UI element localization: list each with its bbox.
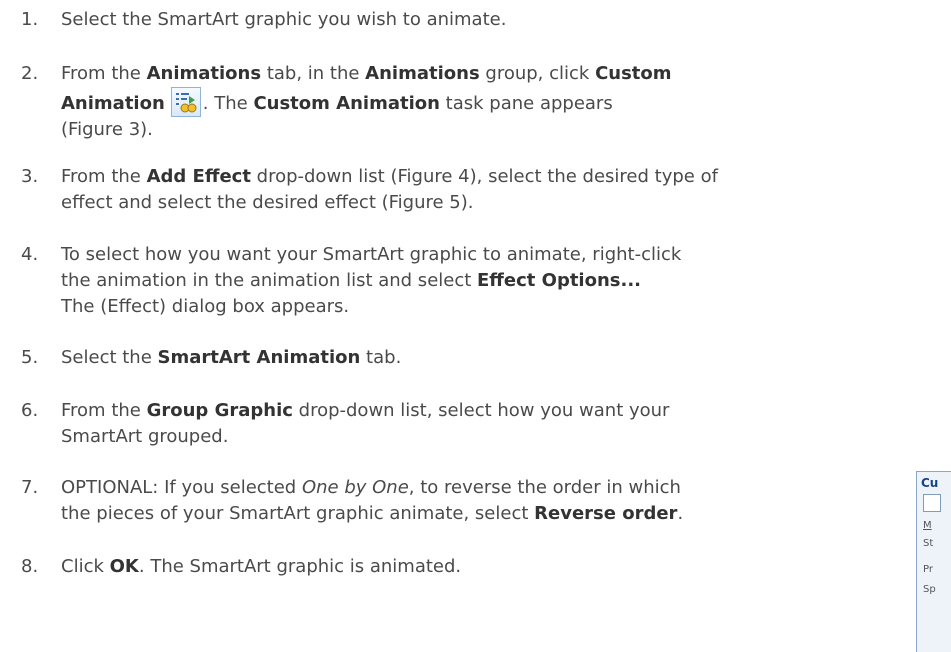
step-number: 3.: [21, 166, 39, 187]
text-run: . The: [202, 93, 254, 114]
step-text: Select the SmartArt graphic you wish to …: [61, 7, 506, 33]
add-effect-button: [923, 494, 941, 512]
step-line: Select the SmartArt graphic you wish to …: [61, 7, 506, 33]
ui-term: Animation: [61, 93, 165, 114]
pane-row: St: [923, 538, 934, 549]
step-line: From the Add Effect drop-down list (Figu…: [61, 164, 718, 190]
step-line: Select the SmartArt Animation tab.: [61, 345, 401, 371]
ui-term: OK: [109, 556, 139, 577]
step-line: OPTIONAL: If you selected One by One, to…: [61, 475, 683, 501]
ui-term: Reverse order: [534, 503, 678, 524]
ui-term: Group Graphic: [146, 400, 293, 421]
step-number: 2.: [21, 63, 39, 84]
pane-row: Sp: [923, 584, 936, 595]
text-run: SmartArt grouped.: [61, 426, 229, 447]
ui-term: Animations: [146, 63, 262, 84]
text-run: . The SmartArt graphic is animated.: [138, 556, 462, 577]
step-line: the animation in the animation list and …: [61, 268, 681, 294]
step-text: Select the SmartArt Animation tab.: [61, 345, 401, 371]
step-number: 4.: [21, 244, 39, 265]
text-run: Select the: [61, 347, 158, 368]
step-line: the pieces of your SmartArt graphic anim…: [61, 501, 683, 527]
step-text: From the Add Effect drop-down list (Figu…: [61, 164, 718, 216]
ui-term: Animations: [365, 63, 480, 84]
text-run: , to reverse the order in which: [408, 477, 681, 498]
step-text: Click OK. The SmartArt graphic is animat…: [61, 554, 461, 580]
step-number: 7.: [21, 477, 39, 498]
text-run: Select the SmartArt graphic you wish to …: [61, 9, 507, 30]
text-run: From the: [61, 166, 147, 187]
text-run: From the: [61, 400, 147, 421]
step-number: 5.: [21, 347, 39, 368]
step-text: To select how you want your SmartArt gra…: [61, 242, 681, 320]
step-number: 8.: [21, 556, 39, 577]
step-text: From the Group Graphic drop-down list, s…: [61, 398, 669, 450]
text-run: From the: [61, 63, 147, 84]
step-line: (Figure 3).: [61, 117, 672, 143]
ui-term: Add Effect: [146, 166, 251, 187]
step-line: SmartArt grouped.: [61, 424, 669, 450]
text-run: (Figure 3).: [61, 119, 153, 140]
text-run: To select how you want your SmartArt gra…: [61, 244, 682, 265]
text-run: OPTIONAL: If you selected: [61, 477, 302, 498]
step-line: effect and select the desired effect (Fi…: [61, 190, 718, 216]
text-run: group, click: [479, 63, 596, 84]
text-run: The (Effect) dialog box appears.: [61, 296, 350, 317]
ui-term: Effect Options...: [477, 270, 642, 291]
step-line: Click OK. The SmartArt graphic is animat…: [61, 554, 461, 580]
ui-term: SmartArt Animation: [157, 347, 361, 368]
ui-term: Custom: [595, 63, 672, 84]
text-run: the animation in the animation list and …: [61, 270, 478, 291]
step-text: From the Animations tab, in the Animatio…: [61, 61, 672, 143]
step-line: From the Group Graphic drop-down list, s…: [61, 398, 669, 424]
step-line: From the Animations tab, in the Animatio…: [61, 61, 672, 87]
text-run: task pane appears: [439, 93, 613, 114]
step-text: OPTIONAL: If you selected One by One, to…: [61, 475, 683, 527]
pane-row: Pr: [923, 564, 933, 575]
step-line: The (Effect) dialog box appears.: [61, 294, 681, 320]
option-term: One by One: [301, 477, 409, 498]
pane-row: M: [923, 520, 932, 531]
text-run: tab.: [360, 347, 402, 368]
pane-title: Cu: [921, 476, 939, 490]
text-run: the pieces of your SmartArt graphic anim…: [61, 503, 535, 524]
step-line: To select how you want your SmartArt gra…: [61, 242, 681, 268]
text-run: drop-down list, select how you want your: [292, 400, 670, 421]
step-line: Animation . The Custom Animation task pan…: [61, 87, 672, 117]
text-run: effect and select the desired effect (Fi…: [61, 192, 474, 213]
ui-term: Custom Animation: [253, 93, 440, 114]
custom-animation-icon: [170, 87, 201, 117]
text-run: tab, in the: [261, 63, 366, 84]
text-run: drop-down list (Figure 4), select the de…: [250, 166, 718, 187]
custom-animation-pane-figure: Cu M St Pr Sp: [916, 471, 951, 652]
text-run: Click: [61, 556, 110, 577]
step-number: 6.: [21, 400, 39, 421]
text-run: .: [677, 503, 684, 524]
step-number: 1.: [21, 9, 39, 30]
